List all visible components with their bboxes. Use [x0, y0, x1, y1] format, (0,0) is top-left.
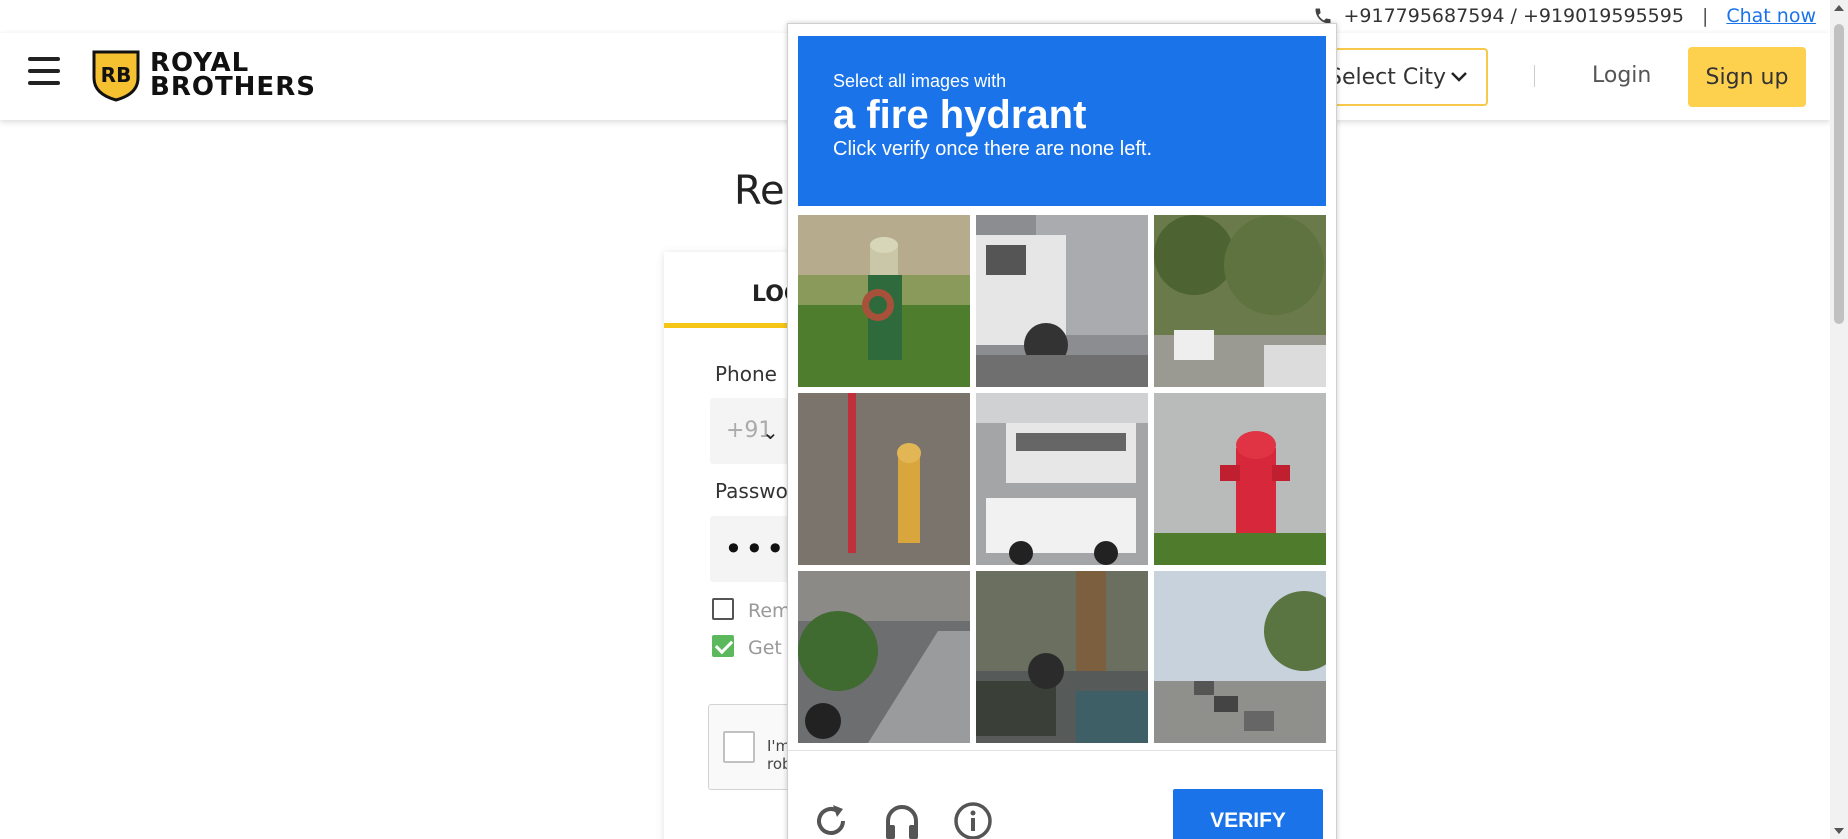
- street-traffic-image: [1154, 571, 1326, 743]
- chevron-down-icon: ⌄: [762, 420, 779, 444]
- captcha-prompt-small: Select all images with: [833, 71, 1007, 91]
- header-divider: [1534, 65, 1535, 87]
- yellow-hydrant-image: [798, 393, 970, 565]
- logo-badge-icon: RB: [92, 50, 140, 102]
- signup-button[interactable]: Sign up: [1688, 47, 1806, 107]
- captcha-tile[interactable]: [798, 393, 970, 565]
- logo-line2: BROTHERS: [150, 72, 316, 102]
- select-city-label: Select City: [1328, 64, 1446, 90]
- tab-login[interactable]: LOGIN: [664, 252, 804, 328]
- captcha-challenge: Select all images with a fire hydrant Cl…: [787, 23, 1337, 839]
- phone-label: Phone: [715, 362, 777, 386]
- remember-me-checkbox[interactable]: [712, 598, 734, 620]
- scroll-up-arrow-icon[interactable]: [1834, 5, 1844, 11]
- royal-brothers-logo[interactable]: RB ROYAL BROTHERS: [90, 48, 316, 102]
- captcha-image-grid: [798, 215, 1328, 745]
- captcha-tile[interactable]: [798, 571, 970, 743]
- captcha-tile[interactable]: [976, 393, 1148, 565]
- captcha-header: Select all images with a fire hydrant Cl…: [798, 36, 1326, 206]
- contact-info: +917795687594 / +919019595595 | Chat now: [1313, 5, 1816, 27]
- sidewalk-bushes-image: [798, 571, 970, 743]
- green-hydrant-image: [798, 215, 970, 387]
- captcha-footer: VERIFY: [788, 750, 1336, 839]
- trees-cars-image: [1154, 215, 1326, 387]
- separator: |: [1701, 5, 1709, 27]
- captcha-tile[interactable]: [1154, 393, 1326, 565]
- captcha-tile[interactable]: [976, 215, 1148, 387]
- captcha-tile[interactable]: [798, 215, 970, 387]
- red-hydrant-image: [1154, 393, 1326, 565]
- get-updates-checkbox[interactable]: [712, 635, 734, 657]
- captcha-tile[interactable]: [976, 571, 1148, 743]
- recaptcha-checkbox[interactable]: [723, 731, 755, 763]
- svg-text:RB: RB: [101, 63, 132, 87]
- captcha-prompt-target: a fire hydrant: [833, 93, 1087, 137]
- chat-now-link[interactable]: Chat now: [1726, 5, 1816, 27]
- login-link[interactable]: Login: [1592, 63, 1651, 88]
- logo-text: ROYAL BROTHERS: [150, 50, 316, 102]
- phone-numbers: +917795687594 / +919019595595: [1343, 5, 1684, 27]
- scrollbar-thumb[interactable]: [1834, 24, 1844, 324]
- info-icon[interactable]: [953, 801, 993, 839]
- headphones-icon[interactable]: [882, 801, 922, 839]
- verify-button[interactable]: VERIFY: [1173, 789, 1323, 839]
- white-truck-image: [976, 215, 1148, 387]
- reload-icon[interactable]: [811, 801, 851, 839]
- captcha-tile[interactable]: [1154, 571, 1326, 743]
- captcha-instruction: Click verify once there are none left.: [833, 138, 1153, 160]
- vertical-scrollbar[interactable]: [1830, 0, 1848, 839]
- scroll-down-arrow-icon[interactable]: [1834, 828, 1844, 834]
- chevron-down-icon: [1451, 72, 1467, 82]
- tree-motorcycle-image: [976, 571, 1148, 743]
- captcha-tile[interactable]: [1154, 215, 1326, 387]
- bus-pickup-image: [976, 393, 1148, 565]
- hamburger-menu-icon[interactable]: [28, 57, 60, 85]
